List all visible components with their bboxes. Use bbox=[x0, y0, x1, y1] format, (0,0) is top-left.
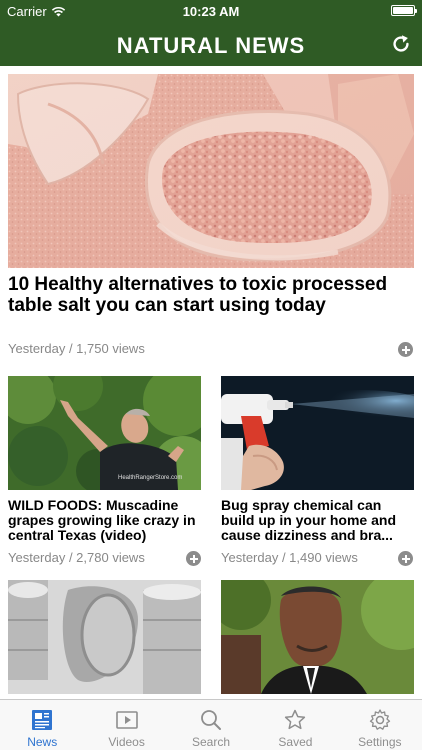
nav-bar: NATURAL NEWS bbox=[0, 22, 422, 66]
article-add-icon-muscadine[interactable] bbox=[186, 551, 201, 566]
featured-meta: Yesterday / 1,750 views bbox=[8, 341, 145, 356]
tab-settings[interactable]: Settings bbox=[338, 700, 422, 750]
article-meta-bug-spray: Yesterday / 1,490 views bbox=[221, 550, 358, 565]
battery-level bbox=[393, 7, 413, 14]
article-title-muscadine[interactable]: WILD FOODS: Muscadine grapes growing lik… bbox=[8, 498, 204, 543]
tab-search[interactable]: Search bbox=[169, 700, 253, 750]
battery-icon bbox=[391, 5, 417, 16]
article-image-bug-spray[interactable] bbox=[221, 376, 414, 490]
featured-image[interactable] bbox=[8, 74, 414, 268]
tab-saved[interactable]: Saved bbox=[253, 700, 337, 750]
star-icon bbox=[285, 709, 306, 730]
image-watermark: HealthRangerStore.com bbox=[118, 475, 183, 481]
featured-add-icon[interactable] bbox=[398, 342, 413, 357]
status-bar: Carrier 10:23 AM bbox=[0, 0, 422, 22]
app-title: NATURAL NEWS bbox=[116, 33, 306, 58]
refresh-icon[interactable] bbox=[390, 33, 412, 55]
article-image-cans[interactable] bbox=[8, 580, 201, 694]
tab-label-saved: Saved bbox=[278, 735, 313, 749]
article-image-portrait[interactable] bbox=[221, 580, 414, 694]
article-add-icon-bug-spray[interactable] bbox=[398, 551, 413, 566]
tab-bar: News Videos Search Saved Settings bbox=[0, 699, 422, 750]
newspaper-icon bbox=[32, 710, 53, 730]
tab-label-search: Search bbox=[192, 735, 231, 749]
tab-label-videos: Videos bbox=[108, 735, 145, 749]
play-icon bbox=[115, 711, 138, 729]
featured-title[interactable]: 10 Healthy alternatives to toxic process… bbox=[8, 274, 410, 316]
article-meta-muscadine: Yesterday / 2,780 views bbox=[8, 550, 145, 565]
tab-label-settings: Settings bbox=[358, 735, 402, 749]
article-title-bug-spray[interactable]: Bug spray chemical can build up in your … bbox=[221, 498, 417, 543]
gear-icon bbox=[369, 709, 390, 730]
article-image-muscadine[interactable]: HealthRangerStore.com bbox=[8, 376, 201, 490]
tab-news[interactable]: News bbox=[0, 700, 84, 750]
tab-videos[interactable]: Videos bbox=[84, 700, 168, 750]
tab-label-news: News bbox=[27, 735, 58, 749]
search-icon bbox=[201, 710, 222, 730]
status-time: 10:23 AM bbox=[182, 4, 240, 19]
